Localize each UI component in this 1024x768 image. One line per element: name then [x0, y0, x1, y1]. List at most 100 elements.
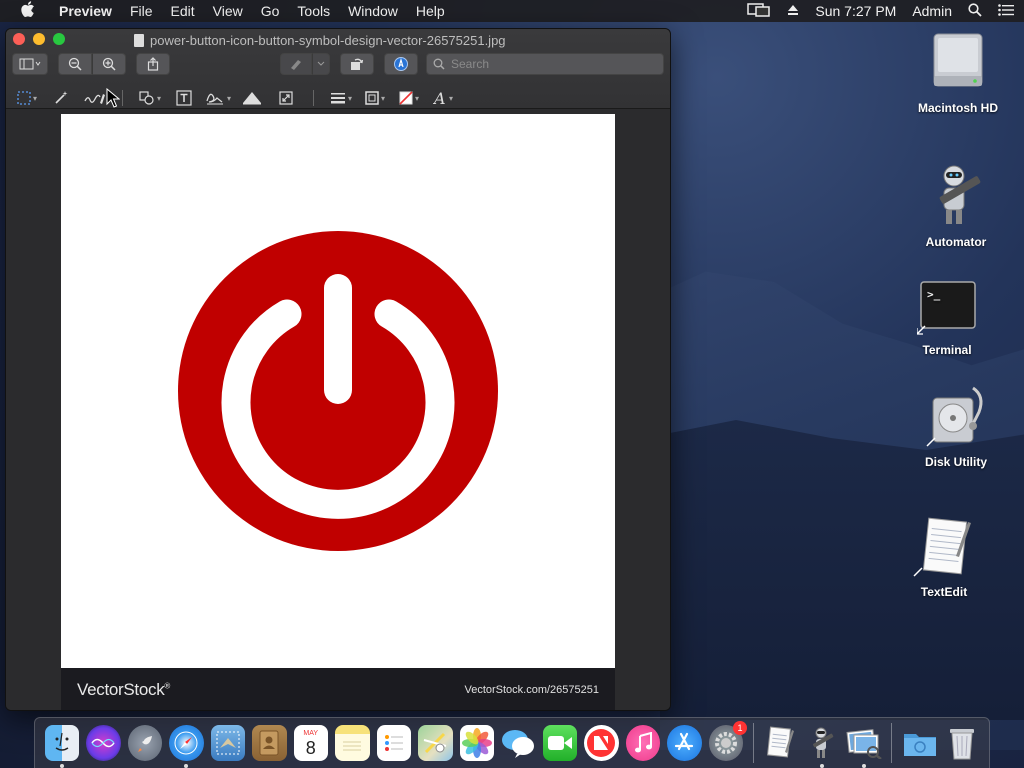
dock-maps[interactable] — [418, 725, 453, 761]
dock-facetime[interactable] — [542, 725, 577, 761]
dock-textedit[interactable] — [763, 725, 798, 761]
dock-photos[interactable] — [459, 725, 494, 761]
dock-automator[interactable] — [804, 725, 839, 768]
dock-system-preferences[interactable]: 1 — [708, 721, 747, 761]
calendar-day: 8 — [305, 737, 316, 758]
window-controls — [13, 33, 65, 45]
toolbar-separator — [313, 90, 314, 106]
rotate-button[interactable] — [340, 53, 374, 75]
window-title: power-button-icon-button-symbol-design-v… — [134, 31, 506, 49]
preview-window: power-button-icon-button-symbol-design-v… — [5, 28, 671, 711]
menu-bar: Preview File Edit View Go Tools Window H… — [0, 0, 1024, 22]
text-tool[interactable] — [169, 87, 199, 109]
adjust-size-tool[interactable] — [271, 87, 301, 109]
textedit-icon — [913, 517, 971, 577]
adjust-color-icon — [243, 92, 261, 105]
dock-downloads-folder[interactable] — [902, 725, 938, 761]
instant-alpha-tool[interactable] — [46, 87, 76, 109]
dock-reminders[interactable] — [376, 725, 411, 761]
adjust-color-tool[interactable] — [237, 87, 267, 109]
line-style-tool[interactable]: ▾ — [326, 87, 356, 109]
zoom-in-button[interactable] — [92, 53, 126, 75]
magic-wand-icon — [55, 91, 68, 104]
zoom-out-button[interactable] — [58, 53, 92, 75]
notification-center-icon[interactable] — [998, 3, 1014, 19]
minimize-button[interactable] — [33, 33, 45, 45]
fill-color-tool[interactable]: ▾ — [394, 87, 424, 109]
highlight-menu-button[interactable] — [312, 53, 330, 75]
menu-file[interactable]: File — [121, 0, 162, 22]
dock-finder[interactable] — [44, 725, 79, 768]
search-input[interactable] — [451, 57, 651, 71]
text-style-tool[interactable]: A ▾ — [428, 87, 458, 109]
highlight-segment — [280, 53, 330, 75]
menu-window[interactable]: Window — [339, 0, 407, 22]
document-view[interactable]: VectorStock® VectorStock.com/26575251 — [6, 110, 670, 710]
dock-contacts[interactable] — [252, 725, 287, 761]
automator-robot-icon — [939, 165, 981, 224]
dock-itunes[interactable] — [625, 725, 660, 761]
desktop-icon-terminal[interactable]: >_ Terminal — [897, 280, 997, 357]
dock-safari[interactable] — [169, 725, 204, 768]
dock-trash[interactable] — [945, 725, 980, 761]
markup-toolbar-button[interactable] — [384, 53, 418, 75]
power-button-icon — [178, 231, 498, 551]
contacts-book-icon — [259, 730, 279, 756]
dock-mail-stamp[interactable] — [210, 725, 245, 761]
zoom-button[interactable] — [53, 33, 65, 45]
window-title-text: power-button-icon-button-symbol-design-v… — [150, 32, 506, 48]
desktop-icon-textedit[interactable]: TextEdit — [894, 516, 994, 599]
dock-separator — [752, 723, 754, 763]
line-style-icon — [330, 93, 345, 104]
menu-edit[interactable]: Edit — [162, 0, 204, 22]
highlight-button[interactable] — [280, 53, 312, 75]
menu-tools[interactable]: Tools — [288, 0, 339, 22]
selection-icon — [17, 91, 31, 105]
news-icon — [587, 729, 616, 757]
textedit-icon — [767, 726, 795, 758]
desktop-icon-label: TextEdit — [920, 585, 968, 599]
dock-app-store[interactable] — [667, 725, 702, 761]
eject-icon[interactable] — [787, 3, 799, 19]
dock-preview[interactable] — [846, 725, 882, 768]
desktop-icon-macintosh-hd[interactable]: Macintosh HD — [908, 30, 1008, 115]
share-button[interactable] — [136, 53, 170, 75]
close-button[interactable] — [13, 33, 25, 45]
menubar-user[interactable]: Admin — [912, 3, 952, 19]
disk-utility-icon — [926, 386, 983, 447]
spotlight-search-icon[interactable] — [968, 2, 982, 20]
zoom-segment — [58, 53, 126, 75]
document-icon — [134, 33, 144, 47]
rectangular-selection-tool[interactable]: ▾ — [12, 87, 42, 109]
folder-icon — [903, 734, 936, 756]
text-style-icon: A — [433, 90, 446, 106]
desktop-icon-label: Terminal — [922, 343, 972, 357]
facetime-camera-icon — [547, 736, 572, 750]
dock-siri[interactable] — [86, 725, 121, 761]
fill-color-icon — [399, 91, 413, 105]
messages-bubble-icon — [502, 730, 535, 758]
apple-menu-icon[interactable] — [18, 1, 38, 21]
watermark-brand: VectorStock® — [77, 679, 171, 699]
desktop-icon-disk-utility[interactable]: Disk Utility — [906, 384, 1006, 469]
shapes-tool[interactable]: ▾ — [135, 87, 165, 109]
menu-preview[interactable]: Preview — [50, 0, 121, 22]
image-canvas[interactable]: VectorStock® VectorStock.com/26575251 — [61, 114, 615, 710]
dock-calendar[interactable]: MAY 8 — [293, 725, 328, 761]
sign-tool[interactable]: ▾ — [203, 87, 233, 109]
menu-view[interactable]: View — [204, 0, 252, 22]
menu-help[interactable]: Help — [407, 0, 454, 22]
menu-go[interactable]: Go — [252, 0, 289, 22]
desktop-icon-label: Macintosh HD — [917, 101, 998, 115]
airplay-display-icon[interactable] — [747, 2, 771, 20]
dock-notes[interactable] — [335, 725, 370, 761]
border-color-tool[interactable]: ▾ — [360, 87, 390, 109]
menubar-clock[interactable]: Sun 7:27 PM — [815, 3, 896, 19]
search-field[interactable] — [426, 53, 664, 75]
dock-messages[interactable] — [501, 725, 536, 761]
desktop-icon-label: Automator — [925, 235, 987, 249]
desktop-icon-automator[interactable]: Automator — [906, 162, 1006, 249]
sidebar-view-button[interactable] — [12, 53, 48, 75]
dock-launchpad[interactable] — [127, 725, 162, 761]
dock-news[interactable] — [584, 725, 619, 761]
